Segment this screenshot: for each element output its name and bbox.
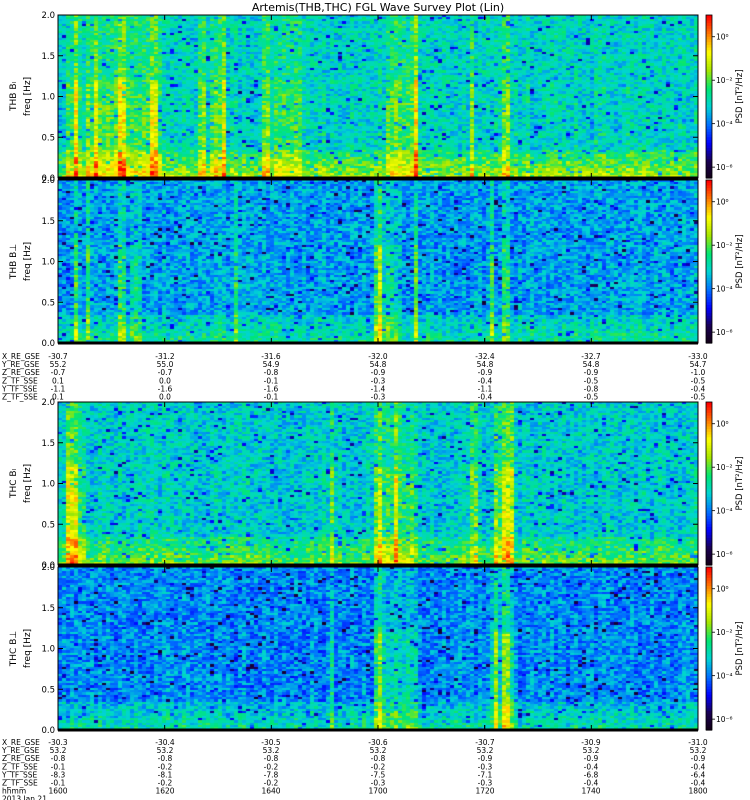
colorbar-tick-label: 10⁻⁶ xyxy=(716,163,733,172)
panel-ylabel-units: freq [Hz] xyxy=(23,464,33,503)
y-tick-label: 1.5 xyxy=(41,52,55,62)
colorbar-tick-label: 10⁻⁶ xyxy=(716,550,733,559)
orbit-value: 1740 xyxy=(581,787,600,796)
colorbar-label: PSD [nT²/Hz] xyxy=(735,456,745,510)
y-tick-label: 1.0 xyxy=(41,645,55,655)
orbit-value: -0.5 xyxy=(584,393,599,402)
panel-ylabel-quantity: THB B⊥ xyxy=(9,244,19,280)
orbit-row-label: Z_TF_SSE xyxy=(2,393,38,402)
spectrogram-image xyxy=(58,567,698,730)
colorbar-tick-label: 10⁻² xyxy=(716,76,733,85)
panel-ylabel-units: freq [Hz] xyxy=(23,629,33,668)
orbit-value: -0.5 xyxy=(691,393,706,402)
orbit-table-bottom: X_RE_GSEY_RE_GSEZ_RE_GSEZ_TF_SSEY_TF_SSE… xyxy=(1,738,708,800)
panel-ylabel-quantity: THB Bₗ xyxy=(9,82,19,112)
panel-ylabel-quantity: THC B⊥ xyxy=(9,631,19,668)
orbit-value: 0.0 xyxy=(159,393,171,402)
y-tick-label: 0.5 xyxy=(41,298,55,308)
orbit-value: 1720 xyxy=(475,787,494,796)
colorbar-tick-label: 10⁻² xyxy=(716,628,733,637)
spectrogram-panel: 0.00.51.01.52.0THB Bₗ freq [Hz]10⁰10⁻²10⁻… xyxy=(9,11,745,184)
colorbar-tick-label: 10⁻² xyxy=(716,241,733,250)
orbit-value: 1600 xyxy=(48,787,67,796)
colorbar-tick-label: 10⁻² xyxy=(716,463,733,472)
spectrogram-image xyxy=(58,180,698,343)
y-tick-label: 0.5 xyxy=(41,685,55,695)
colorbar-tick-label: 10⁻⁴ xyxy=(716,507,733,516)
orbit-table-top: X_RE_GSEY_RE_GSEZ_RE_GSEZ_TF_SSEY_TF_SSE… xyxy=(1,352,708,402)
colorbar-label: PSD [nT²/Hz] xyxy=(735,234,745,288)
y-tick-label: 1.0 xyxy=(41,480,55,490)
colorbar-label: PSD [nT²/Hz] xyxy=(735,69,745,123)
orbit-value: -0.3 xyxy=(371,393,386,402)
orbit-value: 1700 xyxy=(368,787,387,796)
spectrogram-panel: 0.0 0.5 1.0 1.5 2.0 THC B⊥ freq [Hz] 10⁰ 10⁻² 10⁻… xyxy=(9,563,745,736)
y-tick-label: 1.5 xyxy=(41,604,55,614)
colorbar-tick-label: 10⁻⁴ xyxy=(716,120,733,129)
colorbar-tick-label: 10⁻⁶ xyxy=(716,328,733,337)
colorbar-tick-label: 10⁻⁶ xyxy=(716,715,733,724)
y-tick-label: 1.5 xyxy=(41,217,55,227)
colorbar-tick-label: 10⁻⁴ xyxy=(716,285,733,294)
y-tick-label: 0.0 xyxy=(41,726,55,736)
orbit-row-label: 2013 Jan 21 xyxy=(2,795,47,800)
orbit-value: 1800 xyxy=(688,787,707,796)
y-tick-label: 1.0 xyxy=(41,93,55,103)
colorbar-tick-label: 10⁰ xyxy=(716,33,729,42)
wave-survey-figure: Artemis(THB,THC) FGL Wave Survey Plot (L… xyxy=(1,1,745,800)
y-tick-label: 1.0 xyxy=(41,258,55,268)
orbit-value: -0.4 xyxy=(478,393,493,402)
spectrogram-panel: 0.0 0.5 1.0 1.5 2.0 THB B⊥ freq [Hz] 10⁰ 10⁻² 10⁻… xyxy=(9,176,745,349)
y-tick-label: 0.0 xyxy=(41,339,55,349)
y-tick-label: 0.5 xyxy=(41,520,55,530)
colorbar-tick-label: 10⁻⁴ xyxy=(716,672,733,681)
y-tick-label: 2.0 xyxy=(41,176,55,186)
orbit-value: 0.1 xyxy=(52,393,64,402)
orbit-value: 1640 xyxy=(261,787,280,796)
y-tick-label: 1.5 xyxy=(41,439,55,449)
spectrogram-image xyxy=(58,402,698,565)
spectrogram-image xyxy=(58,15,698,178)
colorbar-tick-label: 10⁰ xyxy=(716,198,729,207)
y-tick-label: 2.0 xyxy=(41,563,55,573)
spectrogram-panel: 0.00.51.01.52.0THC Bₗ freq [Hz]10⁰10⁻²10⁻… xyxy=(9,398,745,571)
panel-ylabel-units: freq [Hz] xyxy=(23,77,33,116)
orbit-value: -0.1 xyxy=(264,393,279,402)
panel-ylabel-quantity: THC Bₗ xyxy=(9,468,19,499)
y-tick-label: 0.5 xyxy=(41,133,55,143)
figure-title: Artemis(THB,THC) FGL Wave Survey Plot (L… xyxy=(252,1,504,14)
colorbar-label: PSD [nT²/Hz] xyxy=(735,621,745,675)
orbit-value: 1620 xyxy=(155,787,174,796)
panel-ylabel-units: freq [Hz] xyxy=(23,242,33,281)
y-tick-label: 2.0 xyxy=(41,11,55,21)
colorbar-tick-label: 10⁰ xyxy=(716,585,729,594)
colorbar-tick-label: 10⁰ xyxy=(716,420,729,429)
